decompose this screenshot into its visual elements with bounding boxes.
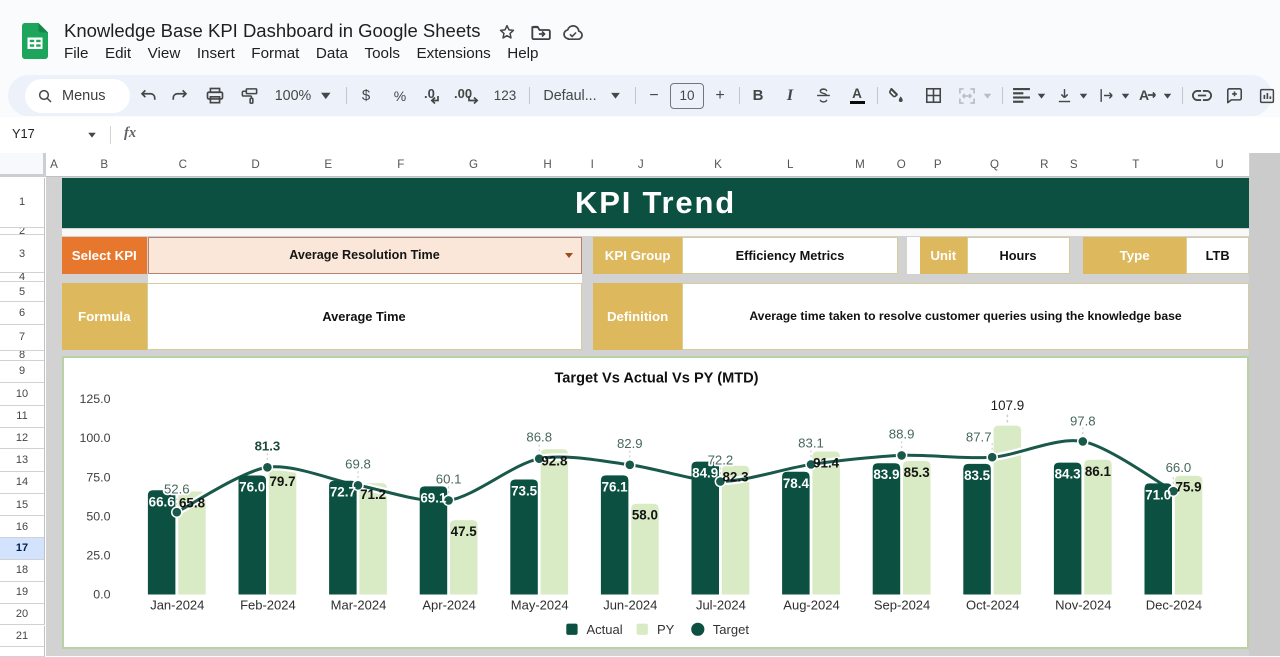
svg-text:25.0: 25.0 <box>86 548 110 562</box>
svg-text:69.8: 69.8 <box>345 456 371 471</box>
svg-text:Jun-2024: Jun-2024 <box>603 597 657 612</box>
svg-text:69.1: 69.1 <box>420 490 447 505</box>
svg-text:Sep-2024: Sep-2024 <box>874 597 930 612</box>
svg-text:60.1: 60.1 <box>436 471 462 486</box>
svg-text:May-2024: May-2024 <box>511 597 569 612</box>
svg-text:71.2: 71.2 <box>360 487 386 502</box>
svg-text:Target Vs Actual Vs PY (MTD): Target Vs Actual Vs PY (MTD) <box>554 370 758 386</box>
svg-text:86.8: 86.8 <box>526 429 552 444</box>
svg-text:0.0: 0.0 <box>93 587 110 601</box>
svg-text:97.8: 97.8 <box>1070 413 1096 428</box>
svg-text:76.1: 76.1 <box>602 479 629 494</box>
svg-text:Target: Target <box>713 621 750 636</box>
svg-text:86.1: 86.1 <box>1085 463 1112 478</box>
svg-text:75.9: 75.9 <box>1175 479 1201 494</box>
svg-text:87.7: 87.7 <box>966 429 992 444</box>
svg-text:Mar-2024: Mar-2024 <box>331 597 387 612</box>
svg-text:58.0: 58.0 <box>632 507 658 522</box>
svg-text:52.6: 52.6 <box>164 481 190 496</box>
svg-text:88.9: 88.9 <box>889 426 915 441</box>
svg-text:47.5: 47.5 <box>451 524 478 539</box>
svg-text:125.0: 125.0 <box>79 392 110 406</box>
svg-text:84.9: 84.9 <box>692 465 718 480</box>
svg-text:71.0: 71.0 <box>1145 487 1171 502</box>
svg-text:92.8: 92.8 <box>541 453 568 468</box>
svg-text:82.3: 82.3 <box>722 469 748 484</box>
svg-text:72.7: 72.7 <box>330 484 356 499</box>
svg-text:Nov-2024: Nov-2024 <box>1055 597 1111 612</box>
svg-text:Jul-2024: Jul-2024 <box>696 597 746 612</box>
svg-text:Apr-2024: Apr-2024 <box>422 597 475 612</box>
svg-text:Oct-2024: Oct-2024 <box>966 597 1019 612</box>
svg-text:72.2: 72.2 <box>708 452 734 467</box>
svg-text:75.0: 75.0 <box>86 470 110 484</box>
svg-text:82.9: 82.9 <box>617 435 643 450</box>
svg-text:91.4: 91.4 <box>813 455 840 470</box>
svg-text:78.4: 78.4 <box>783 475 810 490</box>
svg-text:107.9: 107.9 <box>991 398 1025 413</box>
svg-text:84.3: 84.3 <box>1055 466 1081 481</box>
svg-text:85.3: 85.3 <box>904 465 930 480</box>
svg-text:Actual: Actual <box>587 621 623 636</box>
svg-text:81.3: 81.3 <box>255 438 281 453</box>
svg-text:79.7: 79.7 <box>269 473 295 488</box>
svg-text:PY: PY <box>657 621 675 636</box>
svg-text:83.1: 83.1 <box>798 435 824 450</box>
svg-text:76.0: 76.0 <box>239 479 265 494</box>
svg-text:100.0: 100.0 <box>79 431 110 445</box>
svg-text:Aug-2024: Aug-2024 <box>783 597 839 612</box>
svg-text:83.9: 83.9 <box>873 467 899 482</box>
svg-text:65.8: 65.8 <box>179 495 206 510</box>
svg-text:66.0: 66.0 <box>1166 460 1192 475</box>
svg-text:Jan-2024: Jan-2024 <box>150 597 204 612</box>
svg-text:Dec-2024: Dec-2024 <box>1146 597 1202 612</box>
svg-text:83.5: 83.5 <box>964 467 991 482</box>
svg-text:73.5: 73.5 <box>511 483 538 498</box>
svg-text:50.0: 50.0 <box>86 509 110 523</box>
svg-text:Feb-2024: Feb-2024 <box>240 597 296 612</box>
